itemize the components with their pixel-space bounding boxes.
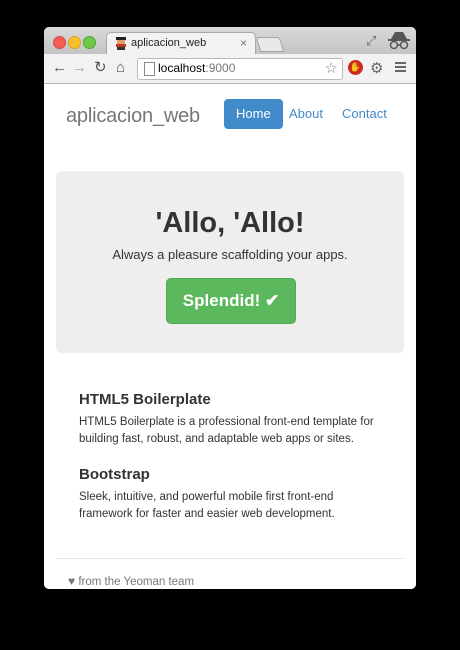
extension-stop-icon[interactable]: ✋ xyxy=(348,60,363,75)
browser-tab[interactable]: aplicacion_web × xyxy=(106,32,256,55)
new-tab-button[interactable] xyxy=(255,37,285,52)
jumbotron-lead: Always a pleasure scaffolding your apps. xyxy=(112,247,348,262)
web-page: aplicacion_web Home About Contact 'Allo,… xyxy=(44,84,416,589)
yeoman-favicon-icon xyxy=(116,37,126,50)
extension-gear-icon[interactable]: ⚙ xyxy=(370,59,383,77)
section-title-bootstrap: Bootstrap xyxy=(79,466,150,483)
section-text-bootstrap: Sleek, intuitive, and powerful mobile fi… xyxy=(79,491,335,520)
footer-text: from the Yeoman team xyxy=(75,576,195,588)
fullscreen-icon[interactable]: ⤢ xyxy=(366,33,376,49)
nav-about-link[interactable]: About xyxy=(277,99,335,129)
incognito-icon xyxy=(388,32,410,50)
zoom-window-button[interactable] xyxy=(83,36,96,49)
url-text: localhost:9000 xyxy=(158,61,235,75)
title-bar: aplicacion_web × ⤢ xyxy=(44,27,416,55)
site-brand[interactable]: aplicacion_web xyxy=(66,105,200,128)
nav-home-link[interactable]: Home xyxy=(224,99,283,129)
tab-title: aplicacion_web xyxy=(131,37,207,49)
footer-divider xyxy=(56,558,404,559)
section-title-html5: HTML5 Boilerplate xyxy=(79,391,211,408)
reload-icon[interactable]: ↻ xyxy=(94,60,107,75)
nav-contact-link[interactable]: Contact xyxy=(330,99,399,129)
browser-toolbar: ← → ↻ ⌂ localhost:9000 ☆ ✋ ⚙ xyxy=(44,54,416,84)
footer: ♥ from the Yeoman team xyxy=(68,574,194,588)
url-port: :9000 xyxy=(205,61,236,75)
jumbotron: 'Allo, 'Allo! Always a pleasure scaffold… xyxy=(56,171,404,353)
tab-close-icon[interactable]: × xyxy=(240,36,247,50)
browser-window: aplicacion_web × ⤢ ← → ↻ ⌂ localhost:900… xyxy=(44,27,416,589)
address-bar[interactable]: localhost:9000 ☆ xyxy=(137,58,343,80)
splendid-button[interactable]: Splendid! ✔ xyxy=(166,278,296,324)
jumbotron-title: 'Allo, 'Allo! xyxy=(155,207,305,239)
menu-icon[interactable] xyxy=(395,62,406,74)
home-icon[interactable]: ⌂ xyxy=(116,60,125,75)
back-icon[interactable]: ← xyxy=(52,60,67,75)
section-text-html5: HTML5 Boilerplate is a professional fron… xyxy=(79,416,374,445)
forward-icon[interactable]: → xyxy=(72,60,87,75)
close-window-button[interactable] xyxy=(53,36,66,49)
page-icon xyxy=(144,62,155,76)
minimize-window-button[interactable] xyxy=(68,36,81,49)
url-host: localhost xyxy=(158,61,206,75)
star-icon[interactable]: ☆ xyxy=(325,59,338,77)
